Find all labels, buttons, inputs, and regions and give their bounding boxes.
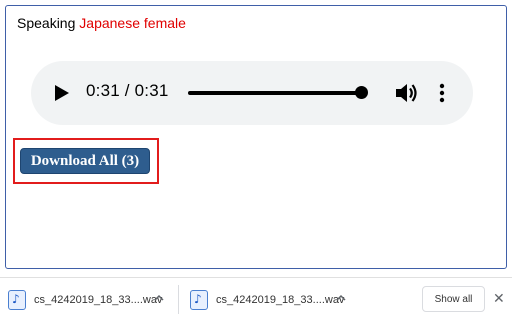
play-icon[interactable] (55, 85, 69, 101)
chevron-up-icon[interactable] (154, 293, 164, 303)
more-options-icon[interactable] (439, 83, 445, 103)
seek-bar[interactable] (188, 91, 360, 95)
download-filename: cs_4242019_18_33....wav (34, 293, 163, 306)
volume-icon[interactable] (395, 82, 419, 104)
chevron-up-icon[interactable] (336, 293, 346, 303)
audio-player[interactable]: 0:31 / 0:31 (31, 61, 473, 125)
audio-file-icon (190, 289, 208, 310)
voice-name: Japanese female (79, 15, 186, 31)
show-all-button[interactable]: Show all (422, 286, 485, 312)
download-shelf: cs_4242019_18_33....wav cs_4242019_18_33… (0, 277, 512, 320)
audio-file-icon (8, 289, 26, 310)
shelf-divider (178, 285, 179, 314)
download-all-button[interactable]: Download All (3) (20, 148, 150, 174)
speaking-prefix: Speaking (17, 15, 76, 31)
time-display: 0:31 / 0:31 (86, 81, 169, 100)
download-item[interactable]: cs_4242019_18_33....wav (8, 278, 162, 320)
result-panel: Speaking Japanese female 0:31 / 0:31 Dow… (5, 5, 507, 269)
close-shelf-icon[interactable]: ✕ (493, 291, 505, 307)
download-item[interactable]: cs_4242019_18_33....wav (190, 278, 344, 320)
download-filename: cs_4242019_18_33....wav (216, 293, 345, 306)
speaking-caption: Speaking Japanese female (17, 15, 186, 31)
seek-thumb[interactable] (355, 86, 368, 99)
